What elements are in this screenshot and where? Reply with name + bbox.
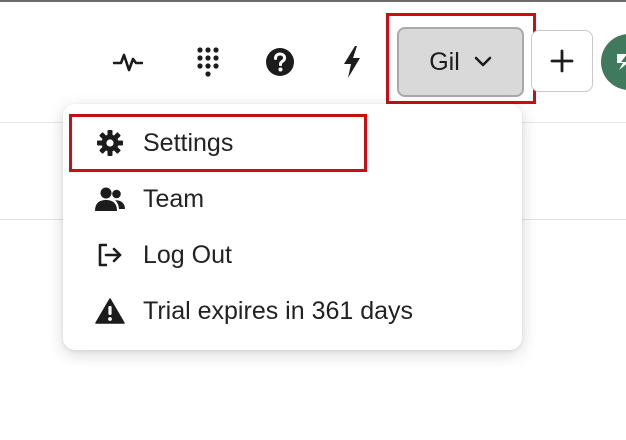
menu-item-logout-label: Log Out [143, 240, 232, 269]
app-page: Gil Settings Team Log Out Trial expires … [0, 0, 626, 440]
user-name-label: Gil [429, 47, 460, 76]
lightning-icon [344, 46, 360, 78]
dialpad-button[interactable] [188, 40, 228, 84]
logout-icon [98, 243, 122, 267]
help-button[interactable] [260, 40, 300, 84]
menu-item-team[interactable]: Team [63, 174, 522, 224]
chevron-down-icon [474, 56, 492, 67]
menu-item-trial[interactable]: Trial expires in 361 days [63, 286, 522, 336]
menu-item-trial-label: Trial expires in 361 days [143, 296, 414, 325]
add-button[interactable] [531, 30, 593, 92]
activity-button[interactable] [108, 40, 148, 84]
plus-icon [550, 49, 574, 73]
dialpad-icon [197, 47, 219, 77]
lightning-button[interactable] [332, 40, 372, 84]
menu-item-logout[interactable]: Log Out [63, 230, 522, 280]
menu-item-settings[interactable]: Settings [63, 118, 522, 168]
warning-icon [95, 298, 125, 324]
menu-item-settings-label: Settings [143, 128, 234, 157]
help-icon [266, 48, 294, 76]
user-menu-button[interactable]: Gil [397, 27, 524, 97]
users-icon [95, 187, 125, 211]
gear-icon [97, 130, 123, 156]
activity-icon [113, 53, 143, 72]
user-dropdown-menu: Settings Team Log Out Trial expires in 3… [63, 104, 522, 350]
avatar-glyph-icon [617, 54, 626, 70]
menu-item-team-label: Team [143, 184, 205, 213]
